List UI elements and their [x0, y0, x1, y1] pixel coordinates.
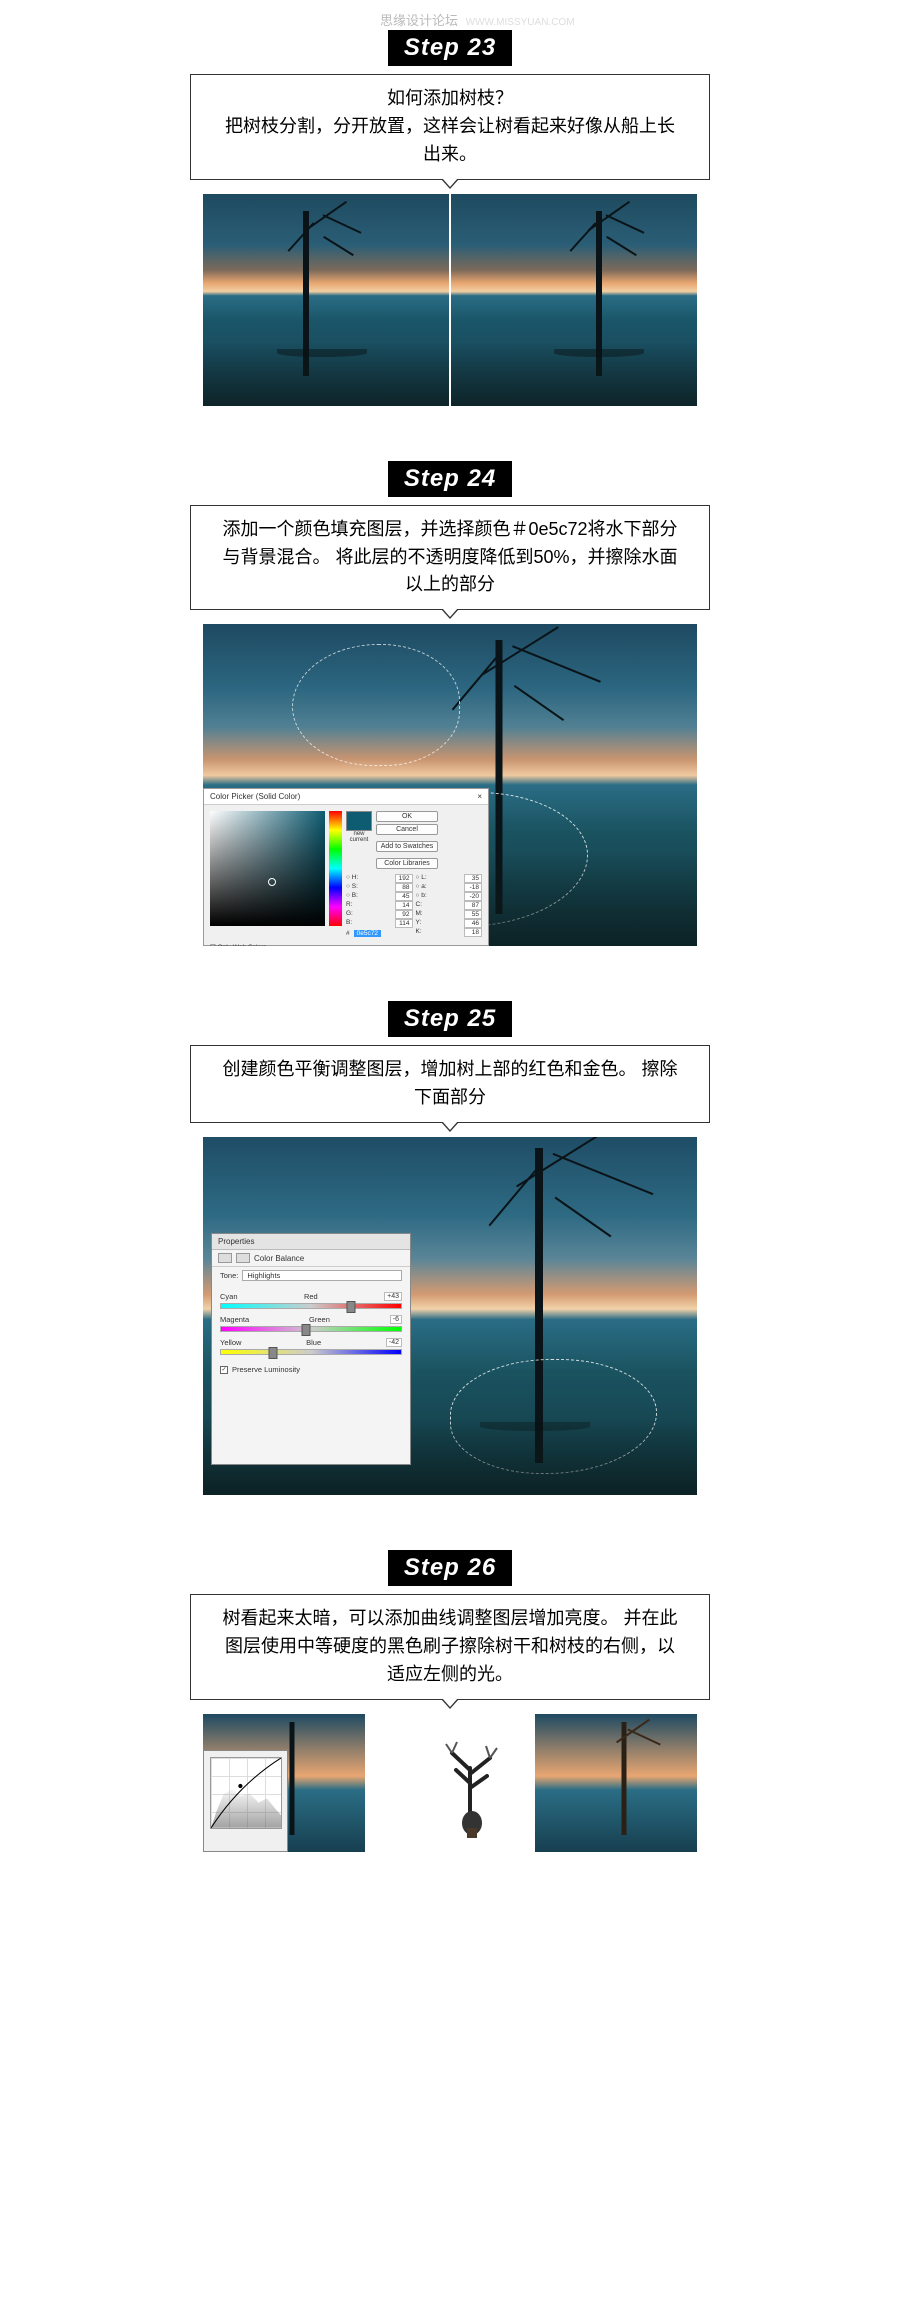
- curves-panel: [203, 1750, 288, 1852]
- watermark-url: WWW.MISSYUAN.COM: [466, 17, 575, 28]
- field-y[interactable]: 46: [464, 919, 482, 928]
- step-23-images: [203, 194, 697, 406]
- slider-cyan-red[interactable]: [220, 1303, 402, 1309]
- step-26-label: Step 26: [388, 1550, 512, 1586]
- color-picker-dialog: Color Picker (Solid Color) × new: [203, 788, 489, 946]
- adjustment-icon: [218, 1253, 232, 1263]
- step-25: Step 25 创建颜色平衡调整图层，增加树上部的红色和金色。 擦除下面部分 P…: [0, 1001, 900, 1495]
- slider-cyan-label: Cyan: [220, 1292, 238, 1301]
- watermark: 思缘设计论坛 WWW.MISSYUAN.COM: [380, 10, 575, 29]
- watermark-text: 思缘设计论坛: [380, 13, 458, 28]
- slider-green-label: Green: [309, 1315, 330, 1324]
- step-25-desc: 创建颜色平衡调整图层，增加树上部的红色和金色。 擦除下面部分: [190, 1045, 710, 1123]
- swatch-current-label: current: [346, 837, 372, 843]
- cancel-button[interactable]: Cancel: [376, 824, 438, 835]
- step-23-image-2: [451, 194, 697, 406]
- field-k[interactable]: 18: [464, 928, 482, 937]
- step-26-image-3: [535, 1714, 697, 1852]
- preserve-luminosity-label: Preserve Luminosity: [232, 1365, 300, 1374]
- tone-select[interactable]: Highlights: [242, 1270, 402, 1281]
- properties-panel: Properties Color Balance Tone: Highlight…: [211, 1233, 411, 1465]
- marquee-selection-top: [292, 644, 460, 766]
- slider-magenta-green[interactable]: [220, 1326, 402, 1332]
- field-s[interactable]: 88: [395, 883, 413, 892]
- color-gradient-field[interactable]: [210, 811, 325, 926]
- curves-graph[interactable]: [210, 1757, 282, 1829]
- step-26-image-2: [369, 1714, 531, 1852]
- field-g[interactable]: 92: [395, 910, 413, 919]
- preserve-luminosity-checkbox[interactable]: ✓: [220, 1366, 228, 1374]
- field-m[interactable]: 55: [464, 910, 482, 919]
- slider-blue-value[interactable]: -42: [386, 1338, 402, 1347]
- field-lab-b[interactable]: -20: [464, 892, 482, 901]
- field-b2[interactable]: 114: [395, 919, 413, 928]
- step-26-images: [203, 1714, 697, 1852]
- slider-red-value[interactable]: +43: [384, 1292, 402, 1301]
- color-picker-title: Color Picker (Solid Color): [210, 792, 300, 801]
- properties-panel-title: Properties: [212, 1234, 410, 1250]
- step-26-desc: 树看起来太暗，可以添加曲线调整图层增加亮度。 并在此图层使用中等硬度的黑色刷子擦…: [190, 1594, 710, 1700]
- field-c[interactable]: 87: [464, 901, 482, 910]
- step-25-image: Properties Color Balance Tone: Highlight…: [203, 1137, 697, 1495]
- color-value-fields: ○ H:192 ○ L:35 ○ S:88 ○ a:-18 ○ B:45 ○ b…: [346, 874, 482, 937]
- mask-icon: [236, 1253, 250, 1263]
- color-libraries-button[interactable]: Color Libraries: [376, 858, 438, 869]
- step-25-label: Step 25: [388, 1001, 512, 1037]
- hue-slider[interactable]: [329, 811, 342, 926]
- slider-yellow-blue[interactable]: [220, 1349, 402, 1355]
- tone-label: Tone:: [220, 1271, 238, 1280]
- slider-magenta-label: Magenta: [220, 1315, 249, 1324]
- slider-green-value[interactable]: -6: [390, 1315, 402, 1324]
- add-to-swatches-button[interactable]: Add to Swatches: [376, 841, 438, 852]
- field-r[interactable]: 14: [395, 901, 413, 910]
- step-24-desc: 添加一个颜色填充图层，并选择颜色＃0e5c72将水下部分与背景混合。 将此层的不…: [190, 505, 710, 611]
- field-a[interactable]: -18: [464, 883, 482, 892]
- slider-blue-label: Blue: [306, 1338, 321, 1347]
- field-l[interactable]: 35: [464, 874, 482, 883]
- hex-field[interactable]: 0e5c72: [354, 930, 381, 937]
- step-26-image-1: [203, 1714, 365, 1852]
- swatch-new: [346, 811, 372, 831]
- close-icon[interactable]: ×: [477, 792, 482, 801]
- slider-red-label: Red: [304, 1292, 318, 1301]
- slider-yellow-label: Yellow: [220, 1338, 241, 1347]
- step-24-label: Step 24: [388, 461, 512, 497]
- step-23-label: Step 23: [388, 30, 512, 66]
- hex-label: #: [346, 930, 350, 937]
- ok-button[interactable]: OK: [376, 811, 438, 822]
- step-24-image: Color Picker (Solid Color) × new: [203, 624, 697, 946]
- field-h[interactable]: 192: [395, 874, 413, 883]
- step-23: Step 23 如何添加树枝？ 把树枝分割，分开放置，这样会让树看起来好像从船上…: [0, 30, 900, 406]
- step-26: Step 26 树看起来太暗，可以添加曲线调整图层增加亮度。 并在此图层使用中等…: [0, 1550, 900, 1852]
- step-24: Step 24 添加一个颜色填充图层，并选择颜色＃0e5c72将水下部分与背景混…: [0, 461, 900, 947]
- adjustment-name: Color Balance: [254, 1254, 304, 1263]
- field-b[interactable]: 45: [395, 892, 413, 901]
- only-web-colors-checkbox[interactable]: Only Web Colors: [218, 944, 267, 946]
- step-23-image-1: [203, 194, 449, 406]
- step-23-desc: 如何添加树枝？ 把树枝分割，分开放置，这样会让树看起来好像从船上长出来。: [190, 74, 710, 180]
